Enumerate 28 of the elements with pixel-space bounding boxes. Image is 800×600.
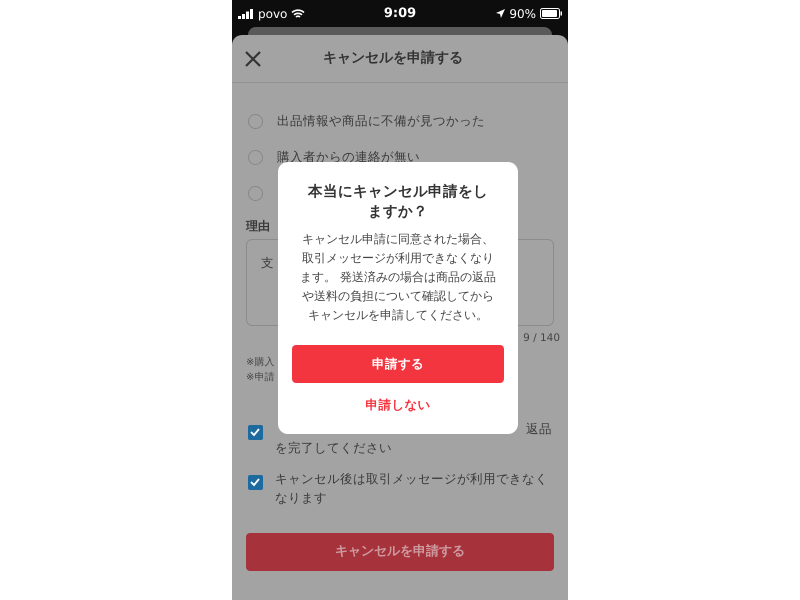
dialog-message: キャンセル申請に同意された場合、取引メッセージが利用できなくなります。 発送済みの場合は商品の返品や送料の負担について確認してからキャンセルを申請してください。 [299,231,497,324]
radio-button[interactable] [248,150,263,164]
battery-percent: 90% [509,6,536,22]
confirmation-label-fragment: を完了してください [275,440,392,455]
radio-button[interactable] [248,186,263,200]
confirmation-label-fragment: 返品 [526,420,552,436]
note-text: ※購入 [246,356,274,368]
sheet-title: キャンセルを申請する [322,50,464,67]
carrier-name: povo [258,6,288,22]
dialog-title: 本当にキャンセル申請をしますか？ [306,182,489,222]
checkbox[interactable] [248,424,263,440]
confirm-button[interactable]: 申請する [292,345,504,383]
submit-cancel-request-button[interactable]: キャンセルを申請する [246,532,554,571]
clock-time: 9:09 [384,6,416,21]
signal-icon [238,8,254,18]
checkbox[interactable] [248,474,263,490]
confirmation-label: キャンセル後は取引メッセージが利用できなくなります [275,470,548,505]
decline-button[interactable]: 申請しない [360,395,436,416]
reason-label: 理由 [246,218,271,235]
wifi-icon [291,8,306,18]
reason-option[interactable]: 出品情報や商品に不備が見つかった [277,112,485,130]
reason-text: 支 [261,255,274,270]
character-counter: 9 / 140 [522,331,560,346]
radio-button[interactable] [248,114,263,128]
note-text: ※申請 [246,372,274,383]
location-arrow-icon [496,9,506,18]
battery-icon [540,8,562,19]
close-icon[interactable] [244,50,262,68]
